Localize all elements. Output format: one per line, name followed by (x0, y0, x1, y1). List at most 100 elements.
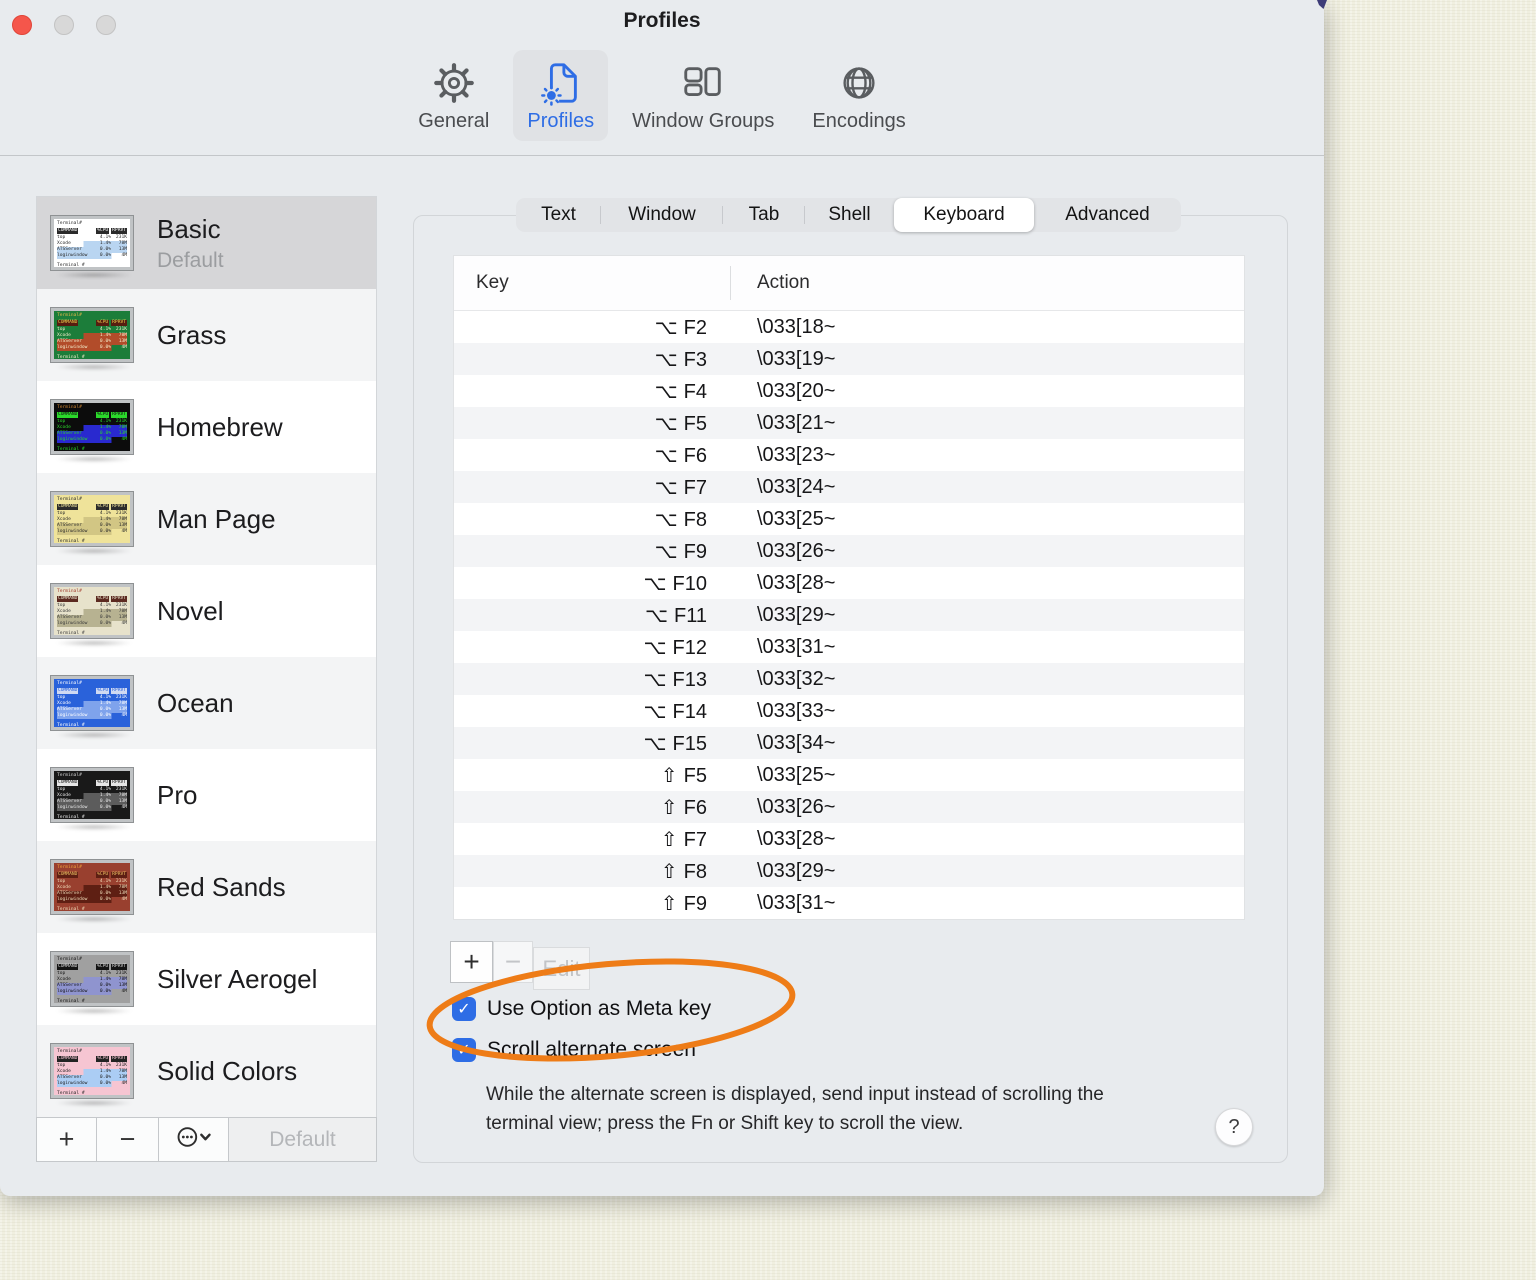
column-divider (730, 266, 731, 300)
toolbar-item-profiles[interactable]: Profiles (513, 50, 609, 141)
shortcut-row[interactable]: ⇧ F5 \033[25~ (454, 759, 1244, 791)
shortcut-key: ⌥ F11 (644, 602, 707, 627)
shortcut-row[interactable]: ⌥ F14 \033[33~ (454, 695, 1244, 727)
profile-name: Solid Colors (157, 1055, 298, 1086)
shortcut-action: \033[21~ (757, 411, 836, 434)
tab-advanced[interactable]: Advanced (1034, 198, 1181, 232)
shortcut-action: \033[18~ (757, 315, 836, 338)
column-header-action[interactable]: Action (731, 272, 810, 294)
remove-shortcut-button[interactable]: − (493, 941, 533, 983)
profile-item-red-sands[interactable]: Terminal# COMMAND %CPU RPRVT top 4.1% 231K Xc… (37, 841, 376, 933)
modifier-glyph: ⌥ (654, 346, 678, 371)
shortcut-row[interactable]: ⌥ F13 \033[32~ (454, 663, 1244, 695)
edit-shortcut-button[interactable]: Edit (533, 947, 590, 990)
shortcut-key: ⇧ F9 (660, 890, 707, 915)
modifier-glyph: ⇧ (660, 762, 678, 787)
profile-item-ocean[interactable]: Terminal# COMMAND %CPU RPRVT top 4.1% 231K Xc… (37, 657, 376, 749)
profile-item-homebrew[interactable]: Terminal# COMMAND %CPU RPRVT top 4.1% 231K Xc… (37, 381, 376, 473)
modifier-glyph: ⌥ (643, 634, 667, 659)
more-options-button[interactable] (158, 1117, 229, 1162)
checkbox-label[interactable]: Scroll alternate screen (487, 1038, 696, 1062)
column-header-key[interactable]: Key (454, 256, 731, 310)
remove-profile-button[interactable]: − (96, 1117, 159, 1162)
shortcut-key: ⌥ F15 (643, 730, 707, 755)
preferences-window: Profiles General Profiles Window Groups … (0, 0, 1324, 1196)
shortcut-row[interactable]: ⌥ F9 \033[26~ (454, 535, 1244, 567)
checkbox-checked-icon[interactable]: ✓ (452, 997, 476, 1021)
modifier-glyph: ⌥ (654, 474, 678, 499)
shortcut-row[interactable]: ⇧ F8 \033[29~ (454, 855, 1244, 887)
shortcut-key: ⌥ F3 (654, 346, 707, 371)
profile-thumbnail: Terminal# COMMAND %CPU RPRVT top 4.1% 231K Xc… (51, 676, 143, 738)
shortcut-row[interactable]: ⌥ F15 \033[34~ (454, 727, 1244, 759)
modifier-glyph: ⌥ (654, 378, 678, 403)
checkbox-checked-icon[interactable]: ✓ (452, 1038, 476, 1062)
shortcut-row[interactable]: ⇧ F6 \033[26~ (454, 791, 1244, 823)
profile-item-grass[interactable]: Terminal# COMMAND %CPU RPRVT top 4.1% 231K Xc… (37, 289, 376, 381)
toolbar-item-label: Window Groups (632, 110, 775, 132)
tab-window[interactable]: Window (601, 198, 723, 232)
shortcut-key: ⌥ F4 (654, 378, 707, 403)
shortcut-key: ⌥ F5 (654, 410, 707, 435)
profile-thumbnail: Terminal# COMMAND %CPU RPRVT top 4.1% 231K Xc… (51, 492, 143, 554)
profile-subtitle: Default (157, 248, 224, 272)
profile-thumbnail: Terminal# COMMAND %CPU RPRVT top 4.1% 231K Xc… (51, 860, 143, 922)
checkbox-row-use-option-as-meta-key: ✓ Use Option as Meta key (452, 997, 711, 1021)
modifier-glyph: ⌥ (654, 538, 678, 563)
shortcut-row[interactable]: ⇧ F7 \033[28~ (454, 823, 1244, 855)
tab-text[interactable]: Text (516, 198, 601, 232)
shortcut-key: ⌥ F13 (643, 666, 707, 691)
shortcut-row[interactable]: ⌥ F2 \033[18~ (454, 311, 1244, 343)
modifier-glyph: ⌥ (654, 314, 678, 339)
shortcut-row[interactable]: ⌥ F7 \033[24~ (454, 471, 1244, 503)
shortcut-row[interactable]: ⌥ F10 \033[28~ (454, 567, 1244, 599)
shortcut-row[interactable]: ⌥ F6 \033[23~ (454, 439, 1244, 471)
help-button[interactable]: ? (1215, 1108, 1253, 1146)
shortcut-key: ⇧ F8 (660, 858, 707, 883)
checkbox-row-scroll-alternate-screen: ✓ Scroll alternate screen (452, 1038, 696, 1062)
keyboard-shortcuts-table: Key Action ⌥ F2 \033[18~ ⌥ F3 \033[19~ ⌥ F4 \033… (453, 255, 1245, 920)
profile-thumbnail: Terminal# COMMAND %CPU RPRVT top 4.1% 231K Xc… (51, 400, 143, 462)
title-toolbar-area: Profiles General Profiles Window Groups … (0, 0, 1324, 156)
add-shortcut-button[interactable]: + (450, 941, 493, 983)
profile-name: Grass (157, 319, 227, 350)
modifier-glyph: ⌥ (643, 730, 667, 755)
shortcut-row[interactable]: ⇧ F9 \033[31~ (454, 887, 1244, 919)
shortcut-key: ⌥ F12 (643, 634, 707, 659)
checkbox-label[interactable]: Use Option as Meta key (487, 997, 711, 1021)
profile-list-footer: + − Default (36, 1117, 377, 1162)
shortcut-key: ⇧ F6 (660, 794, 707, 819)
profile-item-silver-aerogel[interactable]: Terminal# COMMAND %CPU RPRVT top 4.1% 231K Xc… (37, 933, 376, 1025)
shortcut-row[interactable]: ⌥ F12 \033[31~ (454, 631, 1244, 663)
shortcut-action: \033[28~ (757, 571, 836, 594)
profile-name: Red Sands (157, 871, 286, 902)
profile-item-pro[interactable]: Terminal# COMMAND %CPU RPRVT top 4.1% 231K Xc… (37, 749, 376, 841)
shortcut-row[interactable]: ⌥ F3 \033[19~ (454, 343, 1244, 375)
profile-item-novel[interactable]: Terminal# COMMAND %CPU RPRVT top 4.1% 231K Xc… (37, 565, 376, 657)
profile-thumbnail: Terminal# COMMAND %CPU RPRVT top 4.1% 231K Xc… (51, 584, 143, 646)
default-profile-button[interactable]: Default (228, 1117, 377, 1162)
modifier-glyph: ⌥ (643, 666, 667, 691)
tab-keyboard[interactable]: Keyboard (894, 198, 1034, 232)
profile-thumbnail: Terminal# COMMAND %CPU RPRVT top 4.1% 231K Xc… (51, 952, 143, 1014)
profile-item-basic[interactable]: Terminal# COMMAND %CPU RPRVT top 4.1% 231K Xc… (37, 197, 376, 289)
shortcut-action: \033[25~ (757, 763, 836, 786)
shortcut-key: ⌥ F8 (654, 506, 707, 531)
profile-item-solid-colors[interactable]: Terminal# COMMAND %CPU RPRVT top 4.1% 231K Xc… (37, 1025, 376, 1117)
add-profile-button[interactable]: + (36, 1117, 97, 1162)
modifier-glyph: ⌥ (643, 698, 667, 723)
profile-name: Man Page (157, 503, 276, 534)
alternate-screen-help-text: While the alternate screen is displayed,… (486, 1084, 1104, 1134)
shortcut-row[interactable]: ⌥ F11 \033[29~ (454, 599, 1244, 631)
shortcut-row[interactable]: ⌥ F8 \033[25~ (454, 503, 1244, 535)
toolbar-item-general[interactable]: General (404, 50, 503, 141)
tab-shell[interactable]: Shell (805, 198, 894, 232)
gear-icon (431, 58, 477, 106)
shortcut-row[interactable]: ⌥ F4 \033[20~ (454, 375, 1244, 407)
profile-item-man-page[interactable]: Terminal# COMMAND %CPU RPRVT top 4.1% 231K Xc… (37, 473, 376, 565)
toolbar-item-encodings[interactable]: Encodings (798, 50, 919, 141)
shortcut-row[interactable]: ⌥ F5 \033[21~ (454, 407, 1244, 439)
toolbar-item-window-groups[interactable]: Window Groups (618, 50, 788, 141)
tab-tab[interactable]: Tab (723, 198, 805, 232)
shortcut-action: \033[32~ (757, 667, 836, 690)
